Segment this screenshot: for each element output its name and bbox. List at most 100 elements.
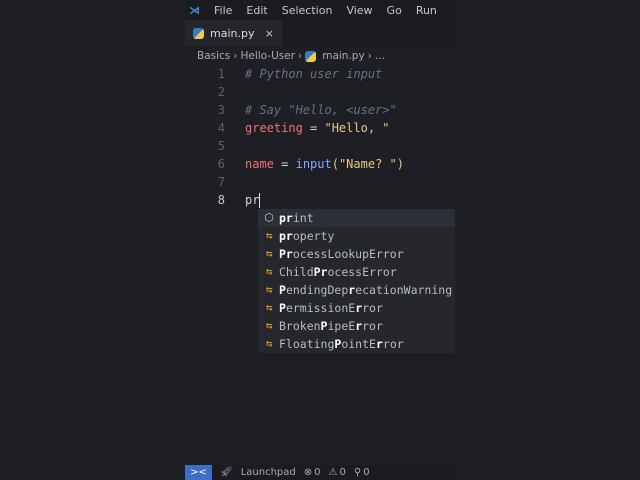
suggestion-text: Floating xyxy=(279,337,335,351)
suggestion-item[interactable]: ⇆ PendingDep r ecationWarning xyxy=(258,281,455,299)
suggestion-text: ror xyxy=(362,301,383,315)
suggestion-text: ror xyxy=(362,319,383,333)
suggestion-text: Broken xyxy=(279,319,321,333)
code-line[interactable]: 2 xyxy=(185,83,455,101)
breadcrumb-item[interactable]: ... xyxy=(375,50,385,62)
suggestion-item[interactable]: ⇆ Child Pr ocessError xyxy=(258,263,455,281)
function-cube-icon: ⬡ xyxy=(264,211,274,224)
menu-run[interactable]: Run xyxy=(416,4,437,17)
match-highlight: r xyxy=(375,337,383,351)
suggestion-item[interactable]: ⇆ pr operty xyxy=(258,227,455,245)
menu-selection[interactable]: Selection xyxy=(282,4,333,17)
suggestion-text: Child xyxy=(279,265,314,279)
suggestion-text: ipeE xyxy=(327,319,356,333)
class-icon: ⇆ xyxy=(265,337,273,350)
chevron-right-icon: › xyxy=(233,50,238,62)
tab-label: main.py xyxy=(210,26,255,40)
code-line[interactable]: 5 xyxy=(185,137,455,155)
match-highlight: P xyxy=(320,319,328,333)
chevron-right-icon: › xyxy=(298,50,303,62)
line-content: greeting = "Hello, " xyxy=(245,119,390,137)
line-content: # Say "Hello, <user>" xyxy=(245,101,397,119)
suggestion-text: operty xyxy=(292,229,335,243)
match-highlight: P xyxy=(334,337,342,351)
code-editor[interactable]: 1 # Python user input 2 3 # Say "Hello, <use… xyxy=(185,65,455,209)
line-number: 1 xyxy=(217,67,225,81)
suggestion-text: ocessLookupError xyxy=(292,247,404,261)
ports-icon: ⚲ xyxy=(353,467,362,478)
breadcrumb-item[interactable]: main.py xyxy=(322,50,364,62)
menu-file[interactable]: File xyxy=(214,4,232,17)
menu-go[interactable]: Go xyxy=(387,4,402,17)
code-token-var: greeting xyxy=(245,121,303,135)
suggestion-item[interactable]: ⇆ Broken PipeE r ror xyxy=(258,317,455,335)
status-bar: >< 🚀︎ Launchpad ⊗ 0 ⚠ 0 ⚲ 0 xyxy=(185,465,455,480)
match-highlight: P xyxy=(279,301,286,315)
tab-main-py[interactable]: main.py × xyxy=(185,20,282,46)
match-highlight: Pr xyxy=(279,247,293,261)
match-highlight: pr xyxy=(279,229,293,243)
line-number: 4 xyxy=(217,121,225,135)
error-count[interactable]: 0 xyxy=(314,467,320,478)
menu-view[interactable]: View xyxy=(346,4,372,17)
line-number: 6 xyxy=(217,157,225,171)
line-number: 5 xyxy=(217,139,225,153)
vscode-logo-icon: ⋊ xyxy=(189,3,200,17)
line-content: # Python user input xyxy=(245,65,382,83)
line-content: pr xyxy=(245,191,261,209)
line-content: name = input("Name? ") xyxy=(245,155,404,173)
vscode-window: ⋊ File Edit Selection View Go Run ··· ma… xyxy=(185,0,455,480)
match-highlight: Pr xyxy=(313,265,328,279)
menu-bar: ⋊ File Edit Selection View Go Run ··· xyxy=(185,0,455,20)
menu-edit[interactable]: Edit xyxy=(246,4,267,17)
code-token-op: = xyxy=(302,121,325,135)
suggestion-item[interactable]: ⇆ Floating PointE r ror xyxy=(258,335,455,353)
code-text: # Say "Hello, <user>" xyxy=(245,103,397,117)
code-line[interactable]: 4 greeting = "Hello, " xyxy=(185,119,455,137)
line-number: 3 xyxy=(217,103,225,117)
code-line[interactable]: 1 # Python user input xyxy=(185,65,455,83)
class-icon: ⇆ xyxy=(265,283,273,296)
code-token-var: name xyxy=(245,157,274,171)
suggestion-text: ror xyxy=(382,337,404,351)
suggestion-item[interactable]: ⬡ pr int xyxy=(258,209,455,227)
class-icon: ⇆ xyxy=(265,265,273,278)
suggestion-text: int xyxy=(292,211,314,225)
suggestion-text: ointE xyxy=(341,337,376,351)
warning-count[interactable]: 0 xyxy=(339,467,345,478)
suggestion-item[interactable]: ⇆ PermissionE r ror xyxy=(258,299,455,317)
line-number: 8 xyxy=(217,193,225,207)
breadcrumb: Basics › Hello-User › main.py › ... xyxy=(197,47,385,65)
breadcrumb-item[interactable]: Hello-User xyxy=(240,50,295,62)
breadcrumb-item[interactable]: Basics xyxy=(197,50,230,62)
typed-text: pr xyxy=(245,193,260,207)
launchpad-button[interactable]: Launchpad xyxy=(241,467,296,478)
suggestion-item[interactable]: ⇆ Pr ocessLookupError xyxy=(258,245,455,263)
suggestion-text: ecationWarning xyxy=(355,283,453,297)
blurred-background-left xyxy=(0,0,185,480)
autocomplete-widget: ⬡ pr int ⇆ pr operty ⇆ Pr ocessLookupError ⇆ Child… xyxy=(258,209,455,353)
suggestion-text: ermissionE xyxy=(285,301,356,315)
suggestion-text: endingDep xyxy=(285,283,349,297)
class-icon: ⇆ xyxy=(265,247,273,260)
python-file-icon xyxy=(193,27,204,39)
match-highlight: pr xyxy=(279,211,293,225)
text-cursor xyxy=(259,193,261,208)
remote-indicator-button[interactable]: >< xyxy=(185,465,212,480)
ports-count[interactable]: 0 xyxy=(363,467,369,478)
class-icon: ⇆ xyxy=(265,319,273,332)
class-icon: ⇆ xyxy=(265,229,273,242)
code-line[interactable]: 8 pr xyxy=(185,191,455,209)
match-highlight: r xyxy=(355,301,363,315)
tab-bar: main.py × xyxy=(185,20,455,46)
close-tab-icon[interactable]: × xyxy=(265,27,274,40)
code-line[interactable]: 6 name = input("Name? ") xyxy=(185,155,455,173)
code-token-str: ("Name? ") xyxy=(331,157,404,171)
code-line[interactable]: 3 # Say "Hello, <user>" xyxy=(185,101,455,119)
match-highlight: r xyxy=(355,319,363,333)
code-line[interactable]: 7 xyxy=(185,173,455,191)
warning-icon: ⚠ xyxy=(328,467,338,478)
class-icon: ⇆ xyxy=(265,301,273,314)
blurred-background-right xyxy=(455,0,640,480)
code-token-fn: input xyxy=(295,157,332,171)
